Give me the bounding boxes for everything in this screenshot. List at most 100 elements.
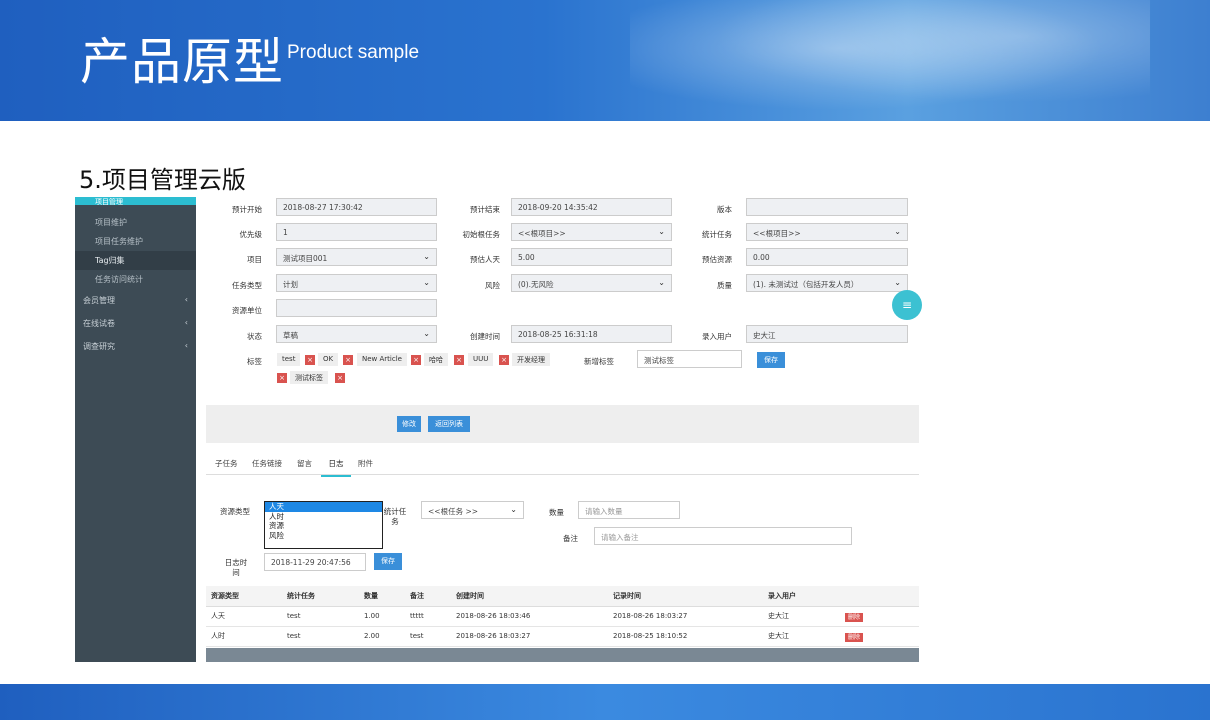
est-resource-field[interactable]: 0.00 xyxy=(746,248,908,266)
tab-attachments[interactable]: 附件 xyxy=(358,458,373,469)
save-log-button[interactable]: 保存 xyxy=(374,553,402,570)
tag-chip: New Article xyxy=(357,353,407,366)
cell: test xyxy=(282,606,359,627)
quality-select[interactable]: (1). 未测试过（包括开发人员） ⌄ xyxy=(746,274,908,292)
plan-end-field[interactable]: 2018-09-20 14:35:42 xyxy=(511,198,672,216)
section-heading: 5.项目管理云版 xyxy=(79,166,246,194)
table-row: 人时 test 2.00 test 2018-08-26 18:03:27 20… xyxy=(206,626,919,647)
action-bar xyxy=(206,405,919,443)
table-header-row: 资源类型 统计任务 数量 备注 创建时间 记录时间 录入用户 xyxy=(206,586,919,607)
col-header: 创建时间 xyxy=(451,586,608,607)
table-row: 人天 test 1.00 ttttt 2018-08-26 18:03:46 2… xyxy=(206,606,919,627)
entry-user-field[interactable]: 史大江 xyxy=(746,325,908,343)
chevron-down-icon: ⌄ xyxy=(658,227,665,236)
label-project: 项目 xyxy=(247,255,262,264)
slide-banner: 产品原型 Product sample xyxy=(0,0,1210,121)
remove-tag-icon[interactable]: × xyxy=(343,355,353,365)
cell: 2018-08-26 18:03:27 xyxy=(608,606,763,627)
world-map-decoration xyxy=(630,0,1150,121)
delete-button[interactable]: 删除 xyxy=(845,632,864,642)
created-time-field[interactable]: 2018-08-25 16:31:18 xyxy=(511,325,672,343)
sidebar-subitem-tag[interactable]: Tag归集 xyxy=(75,251,196,270)
cell: 2018-08-26 18:03:27 xyxy=(451,626,608,647)
sidebar-subitem-visit-stats[interactable]: 任务访问统计 xyxy=(75,270,196,289)
label-risk: 风险 xyxy=(485,281,500,290)
chevron-down-icon: ⌄ xyxy=(423,278,430,287)
col-header: 资源类型 xyxy=(206,586,282,607)
label-entry-user: 录入用户 xyxy=(702,332,732,341)
log-stat-task-select[interactable]: <<根任务 >> ⌄ xyxy=(421,501,524,519)
quantity-input[interactable]: 请输入数量 xyxy=(578,501,680,519)
log-time-field[interactable]: 2018-11-29 20:47:56 xyxy=(264,553,366,571)
resource-unit-field[interactable] xyxy=(276,299,437,317)
scrollbar-footer[interactable] xyxy=(206,648,919,662)
note-input[interactable]: 请输入备注 xyxy=(594,527,852,545)
project-select[interactable]: 测试项目001 ⌄ xyxy=(276,248,437,266)
tag-chip: OK xyxy=(318,353,339,366)
sidebar-item-project-management[interactable]: 项目管理 xyxy=(75,197,196,206)
slide-footer xyxy=(0,684,1210,720)
main-content: 预计开始 2018-08-27 17:30:42 预计结束 2018-09-20… xyxy=(206,197,919,662)
task-type-select[interactable]: 计划 ⌄ xyxy=(276,274,437,292)
new-tag-input[interactable]: 测试标签 xyxy=(637,350,742,368)
resource-type-listbox[interactable]: 人天 人时 资源 风险 xyxy=(264,501,383,549)
chevron-down-icon: ⌄ xyxy=(423,329,430,338)
delete-button[interactable]: 删除 xyxy=(845,612,864,622)
cell: 1.00 xyxy=(359,606,405,627)
label-stat-task: 统计任务 xyxy=(702,230,732,239)
sidebar-item-survey[interactable]: 调查研究 ‹ xyxy=(75,335,196,358)
status-select[interactable]: 草稿 ⌄ xyxy=(276,325,437,343)
label-est-resource: 预估资源 xyxy=(702,255,732,264)
sidebar: 项目管理 项目维护 项目任务维护 Tag归集 任务访问统计 会员管理 ‹ 在线试卷… xyxy=(75,197,196,662)
remove-tag-icon[interactable]: × xyxy=(499,355,509,365)
option-resource[interactable]: 资源 xyxy=(265,521,382,531)
remove-tag-icon[interactable]: × xyxy=(411,355,421,365)
option-risk[interactable]: 风险 xyxy=(265,531,382,541)
option-person-hour[interactable]: 人时 xyxy=(265,512,382,522)
label-task-type: 任务类型 xyxy=(232,281,262,290)
cell: 2018-08-26 18:03:46 xyxy=(451,606,608,627)
version-field[interactable] xyxy=(746,198,908,216)
sidebar-item-exams[interactable]: 在线试卷 ‹ xyxy=(75,312,196,335)
remove-tag-icon[interactable]: × xyxy=(335,373,345,383)
cell: test xyxy=(405,626,451,647)
tab-task-links[interactable]: 任务链接 xyxy=(252,458,282,469)
tab-comments[interactable]: 留言 xyxy=(297,458,312,469)
cell: 2.00 xyxy=(359,626,405,647)
sidebar-subitem-task-maintain[interactable]: 项目任务维护 xyxy=(75,232,196,251)
col-header: 录入用户 xyxy=(763,586,840,607)
col-header: 统计任务 xyxy=(282,586,359,607)
chevron-down-icon: ⌄ xyxy=(423,252,430,261)
save-tag-button[interactable]: 保存 xyxy=(757,352,785,368)
remove-tag-icon[interactable]: × xyxy=(305,355,315,365)
priority-field[interactable]: 1 xyxy=(276,223,437,241)
label-quantity: 数量 xyxy=(549,508,564,517)
chevron-left-icon: ‹ xyxy=(184,341,188,350)
plan-start-field[interactable]: 2018-08-27 17:30:42 xyxy=(276,198,437,216)
initial-root-task-select[interactable]: <<根项目>> ⌄ xyxy=(511,223,672,241)
option-person-day[interactable]: 人天 xyxy=(265,502,382,512)
label-log-time: 日志时间 xyxy=(224,558,248,577)
est-days-field[interactable]: 5.00 xyxy=(511,248,672,266)
remove-tag-icon[interactable]: × xyxy=(277,373,287,383)
label-quality: 质量 xyxy=(717,281,732,290)
label-est-days: 预估人天 xyxy=(470,255,500,264)
sidebar-subitem-project-maintain[interactable]: 项目维护 xyxy=(75,213,196,232)
back-to-list-button[interactable]: 返回列表 xyxy=(428,416,470,432)
modify-button[interactable]: 修改 xyxy=(397,416,421,432)
chevron-down-icon: ⌄ xyxy=(510,505,517,514)
label-resource-type: 资源类型 xyxy=(220,507,250,516)
tab-subtasks[interactable]: 子任务 xyxy=(215,458,238,469)
sidebar-item-members[interactable]: 会员管理 ‹ xyxy=(75,289,196,312)
remove-tag-icon[interactable]: × xyxy=(454,355,464,365)
chevron-down-icon: ⌄ xyxy=(894,278,901,287)
stat-task-select[interactable]: <<根项目>> ⌄ xyxy=(746,223,908,241)
tag-chip: test xyxy=(277,353,301,366)
label-stat-task-log: 统计任务 xyxy=(383,507,407,526)
risk-select[interactable]: (0).无风险 ⌄ xyxy=(511,274,672,292)
tag-chip: UUU xyxy=(468,353,494,366)
label-plan-end: 预计结束 xyxy=(470,205,500,214)
log-table: 资源类型 统计任务 数量 备注 创建时间 记录时间 录入用户 人天 test 1… xyxy=(206,586,919,647)
menu-icon[interactable]: ≡ xyxy=(892,290,922,320)
label-resource-unit: 资源单位 xyxy=(232,306,262,315)
